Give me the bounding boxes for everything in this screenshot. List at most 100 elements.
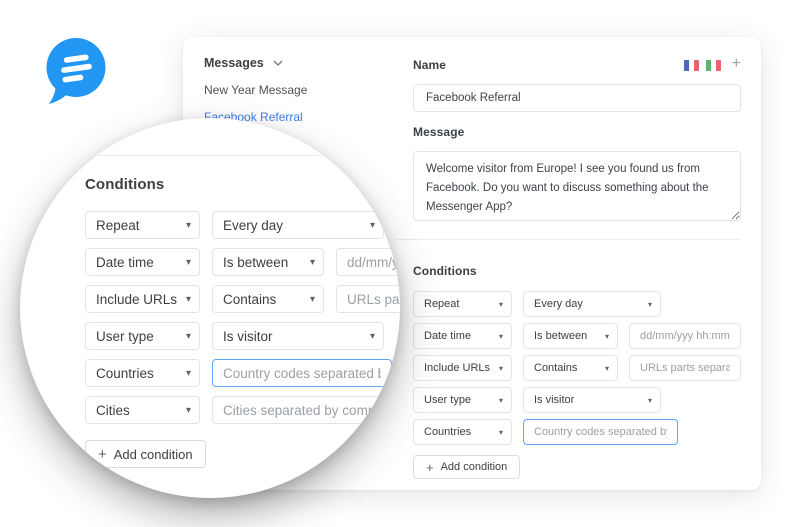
add-condition-button[interactable]: + Add condition — [413, 455, 521, 479]
condition-value-input[interactable] — [523, 419, 678, 445]
chevron-down-icon: ▾ — [185, 330, 191, 342]
condition-field-select: User type ▾ — [85, 322, 200, 350]
condition-row: Include URLs ▾ Contains ▾ — [85, 285, 400, 313]
condition-field-select[interactable]: Include URLs ▾ — [413, 355, 512, 381]
condition-field-select[interactable]: Countries ▾ — [413, 419, 512, 445]
condition-field-select: Repeat ▾ — [85, 211, 200, 239]
chevron-down-icon: ▾ — [309, 256, 315, 268]
condition-operator-select[interactable]: Is between ▾ — [523, 323, 618, 349]
condition-row: User type ▾ Is visitor ▾ — [85, 322, 400, 350]
conditions-heading: Conditions — [413, 264, 477, 278]
messages-menu[interactable]: Messages — [204, 56, 394, 70]
chevron-down-icon: ▾ — [369, 330, 375, 342]
chevron-down-icon: ▾ — [309, 293, 315, 305]
conditions-heading-magnified: Conditions — [85, 176, 165, 193]
condition-field-select-label: Repeat — [424, 298, 460, 310]
plus-icon: + — [426, 459, 434, 475]
chevron-down-icon: ▾ — [185, 219, 191, 231]
chevron-down-icon: ▾ — [647, 299, 652, 309]
add-condition-label: Add condition — [440, 461, 508, 473]
condition-field-select[interactable]: Date time ▾ — [413, 323, 512, 349]
flag-italy-icon[interactable] — [705, 59, 721, 71]
condition-operator-select-label: Is between — [534, 330, 588, 342]
chevron-down-icon: ▾ — [185, 293, 191, 305]
condition-operator-select-label: Contains — [534, 362, 578, 374]
detail-panel: Name + Message Welcome visitor from Euro… — [395, 56, 741, 479]
condition-operator-select: Every day ▾ — [212, 211, 384, 239]
flag-france-icon[interactable] — [683, 59, 699, 71]
condition-row: Countries ▾ — [85, 359, 400, 387]
condition-row: Countries ▾ — [413, 419, 741, 445]
condition-operator-select-label: Contains — [223, 291, 277, 307]
condition-value-input — [336, 248, 400, 276]
chevron-down-icon: ▾ — [498, 299, 503, 309]
condition-row: Repeat ▾ Every day ▾ — [413, 291, 741, 317]
condition-operator-select-label: Is between — [223, 254, 289, 270]
magnifier-circle: Conditions Repeat ▾ Every day ▾ Date time ▾ Is… — [20, 118, 400, 498]
condition-field-select-label: Include URLs — [424, 362, 491, 374]
section-divider — [395, 239, 741, 240]
condition-field-select-label: User type — [424, 394, 472, 406]
condition-field-select[interactable]: Repeat ▾ — [413, 291, 512, 317]
condition-field-select: Cities ▾ — [85, 396, 200, 424]
condition-value-input — [336, 285, 400, 313]
chevron-down-icon: ▾ — [185, 367, 191, 379]
name-input[interactable] — [413, 84, 741, 112]
condition-field-select-label: User type — [96, 328, 154, 344]
messages-menu-label: Messages — [204, 56, 264, 70]
message-textarea[interactable]: Welcome visitor from Europe! I see you f… — [413, 151, 741, 221]
condition-operator-select: Is visitor ▾ — [212, 322, 384, 350]
chevron-down-icon: ▾ — [604, 331, 609, 341]
chat-bubble-logo-icon — [46, 38, 106, 104]
condition-value-input — [212, 396, 392, 424]
chevron-down-icon: ▾ — [604, 363, 609, 373]
condition-row: Cities ▾ — [85, 396, 400, 424]
chevron-down-icon: ▾ — [647, 395, 652, 405]
condition-value-input[interactable] — [629, 323, 741, 349]
condition-field-select-label: Repeat — [96, 217, 140, 233]
condition-operator-select[interactable]: Contains ▾ — [523, 355, 618, 381]
condition-field-select-label: Date time — [96, 254, 154, 270]
condition-field-select: Countries ▾ — [85, 359, 200, 387]
language-switcher: + — [677, 56, 741, 73]
condition-field-select[interactable]: User type ▾ — [413, 387, 512, 413]
condition-field-select-label: Date time — [424, 330, 472, 342]
condition-operator-select-label: Is visitor — [534, 394, 575, 406]
chevron-down-icon: ▾ — [498, 331, 503, 341]
chevron-down-icon: ▾ — [185, 404, 191, 416]
condition-row: Repeat ▾ Every day ▾ — [85, 211, 400, 239]
condition-value-input[interactable] — [629, 355, 741, 381]
plus-icon: + — [98, 445, 107, 463]
conditions-form: Repeat▾Every day▾Date time▾Is between▾In… — [413, 291, 741, 445]
condition-operator-select: Contains ▾ — [212, 285, 324, 313]
page: Messages New Year Message Facebook Refer… — [0, 0, 799, 527]
condition-row: Date time ▾ Is between ▾ — [85, 248, 400, 276]
condition-operator-select-label: Is visitor — [223, 328, 273, 344]
condition-operator-select[interactable]: Every day ▾ — [523, 291, 661, 317]
section-divider-magnified — [20, 155, 400, 156]
chevron-down-icon: ▾ — [498, 363, 503, 373]
chevron-down-icon: ▾ — [498, 395, 503, 405]
condition-operator-select-label: Every day — [534, 298, 583, 310]
condition-field-select: Include URLs ▾ — [85, 285, 200, 313]
chevron-down-icon: ▾ — [185, 256, 191, 268]
add-condition-button-magnified: + Add condition — [85, 440, 206, 468]
chevron-down-icon — [273, 60, 283, 66]
condition-field-select-label: Countries — [424, 426, 472, 438]
conditions-form-magnified: Repeat▾Every day▾Date time▾Is between▾In… — [85, 211, 400, 433]
condition-field-select-label: Cities — [96, 402, 130, 418]
condition-field-select-label: Countries — [96, 365, 154, 381]
chevron-down-icon: ▾ — [498, 427, 503, 437]
condition-field-select: Date time ▾ — [85, 248, 200, 276]
sidebar-item-new-year-message[interactable]: New Year Message — [204, 83, 394, 97]
condition-field-select-label: Include URLs — [96, 291, 178, 307]
condition-row: Include URLs ▾ Contains ▾ — [413, 355, 741, 381]
condition-value-input — [212, 359, 392, 387]
condition-row: Date time ▾ Is between ▾ — [413, 323, 741, 349]
condition-operator-select[interactable]: Is visitor ▾ — [523, 387, 661, 413]
chevron-down-icon: ▾ — [369, 219, 375, 231]
condition-operator-select: Is between ▾ — [212, 248, 324, 276]
add-condition-label: Add condition — [113, 446, 193, 462]
add-language-button[interactable]: + — [732, 56, 741, 72]
name-label: Name — [413, 58, 447, 72]
